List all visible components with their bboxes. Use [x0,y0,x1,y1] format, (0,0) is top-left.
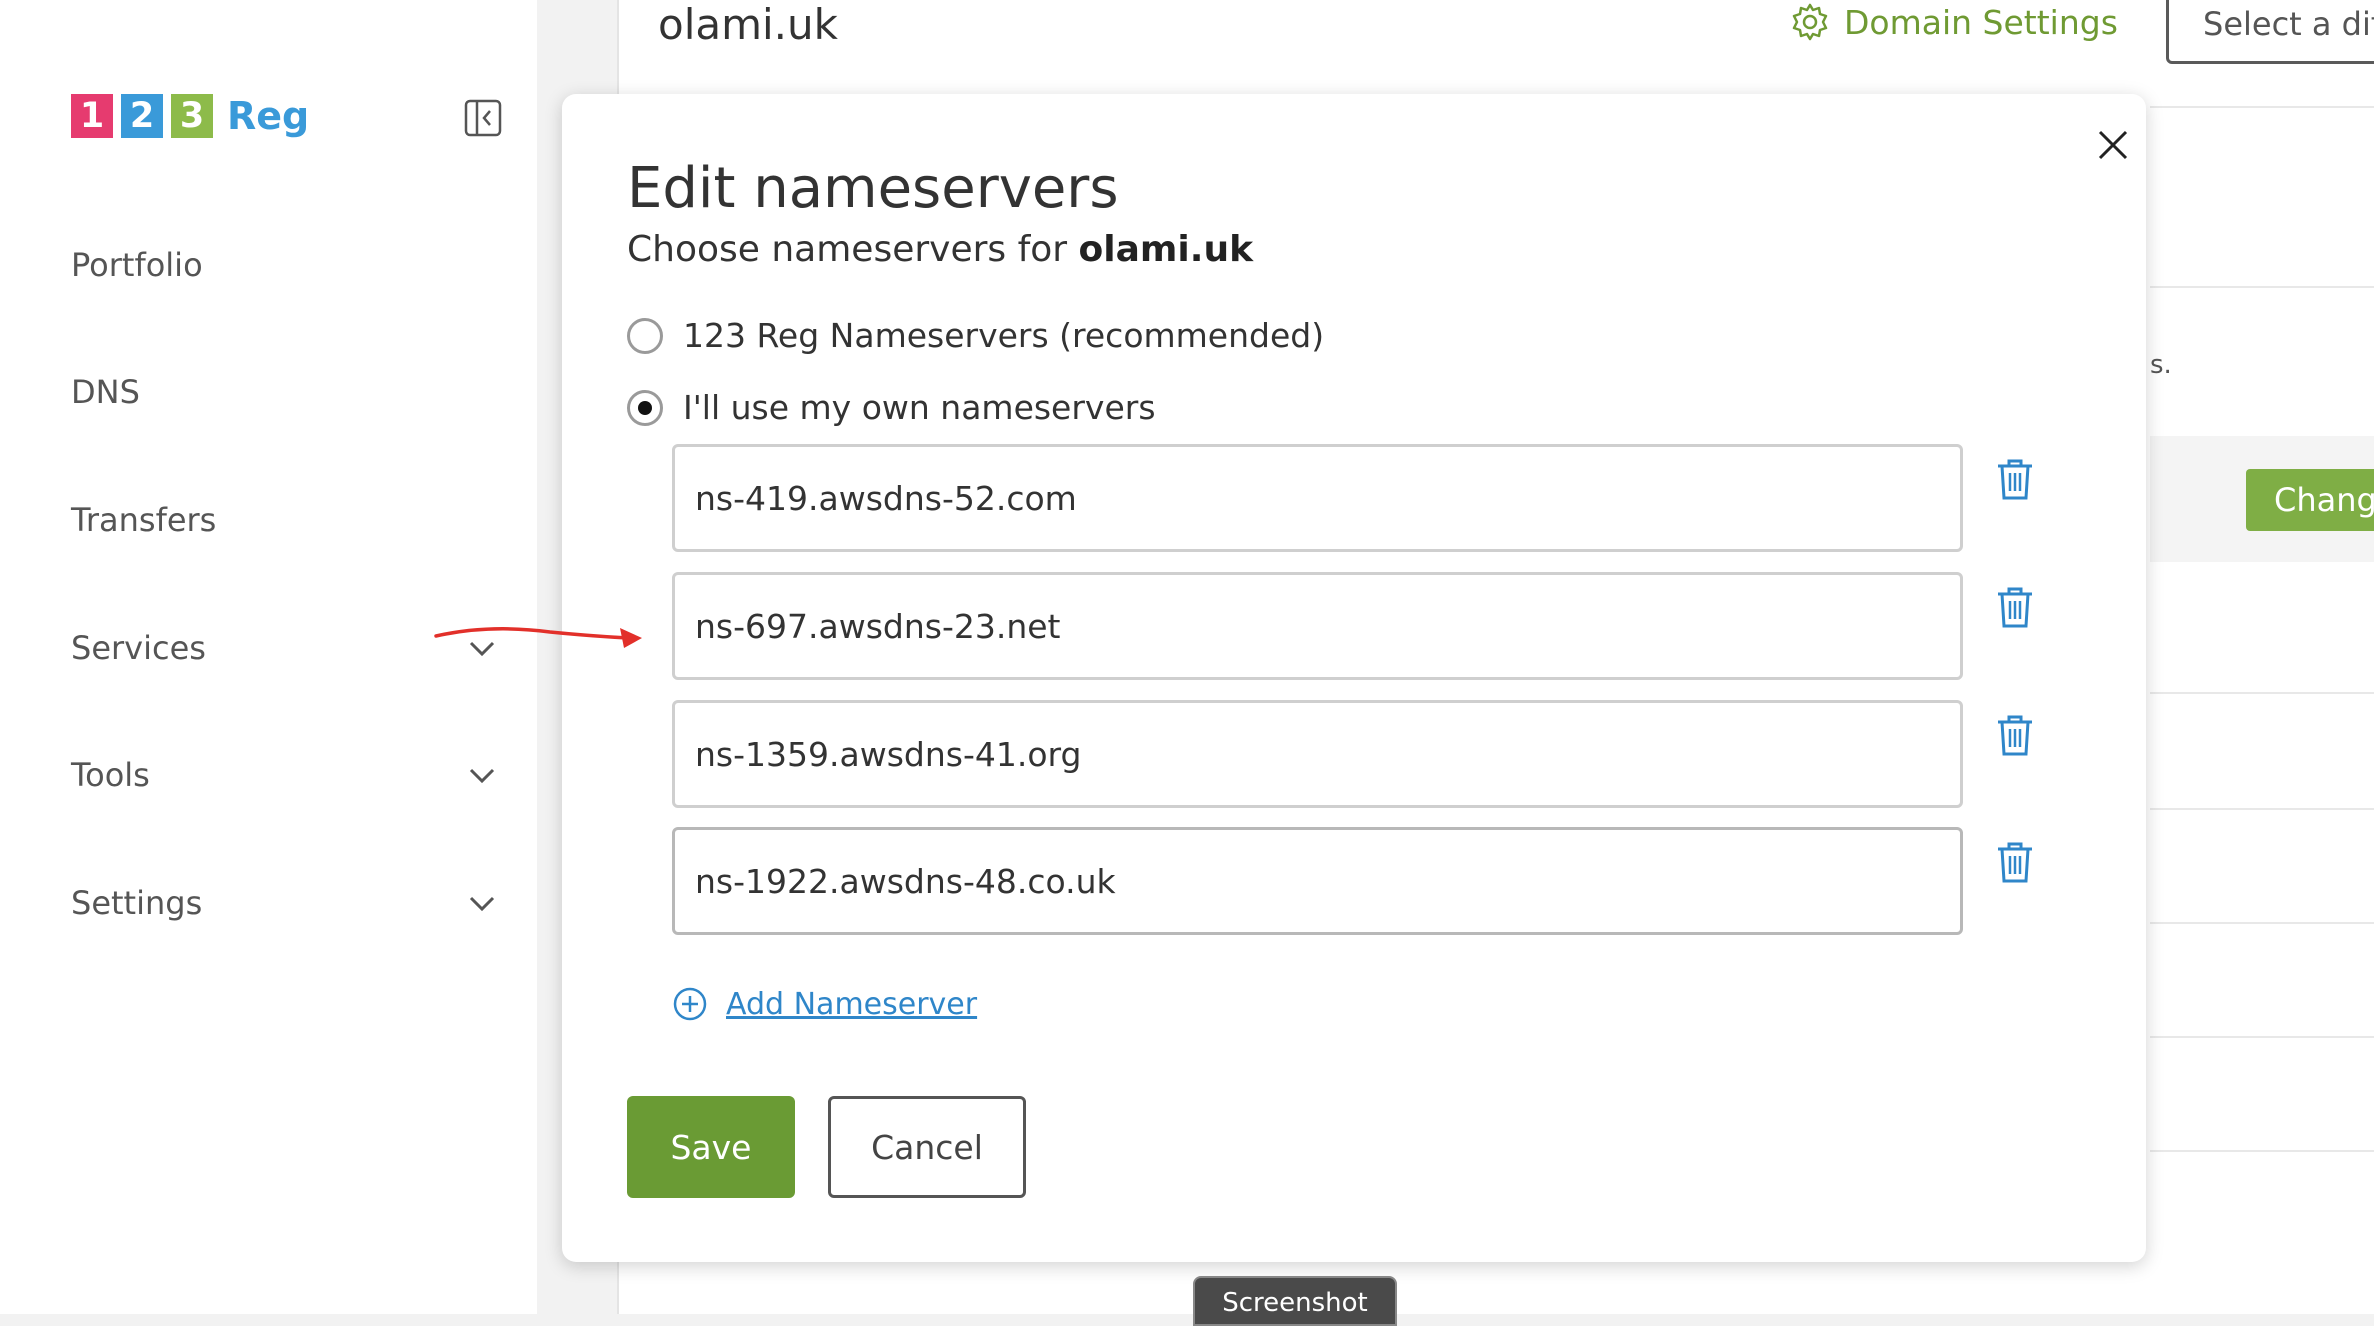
background-text: s. [2150,350,2172,380]
gear-icon [1792,3,1828,41]
sidebar-item-label: Tools [71,756,150,794]
divider [2150,286,2374,288]
edit-nameservers-modal: Edit nameservers Choose nameservers for … [562,94,2146,1262]
sidebar-item-label: Services [71,629,206,667]
sidebar-collapse-icon[interactable] [463,98,503,138]
chevron-down-icon [469,768,495,784]
sidebar-item-label: Transfers [71,501,217,539]
nameserver-input-4[interactable] [672,827,1963,935]
add-nameserver-link[interactable]: Add Nameserver [672,986,977,1022]
sidebar-item-dns[interactable]: DNS [71,362,511,422]
option-own-nameservers[interactable]: I'll use my own nameservers [627,388,1156,427]
cancel-button[interactable]: Cancel [828,1096,1026,1198]
sidebar-item-settings[interactable]: Settings [71,873,511,933]
trash-icon[interactable] [1992,712,2038,758]
screenshot-tab[interactable]: Screenshot [1193,1276,1397,1326]
option-label: I'll use my own nameservers [683,388,1156,427]
logo-tile-1: 1 [71,94,113,138]
domain-settings-label: Domain Settings [1844,2,2118,42]
chevron-down-icon [469,896,495,912]
modal-subtitle: Choose nameservers for olami.uk [627,229,1253,270]
radio-button[interactable] [627,317,663,354]
modal-subtitle-domain: olami.uk [1078,229,1254,270]
close-icon[interactable] [2082,114,2142,174]
add-nameserver-label: Add Nameserver [726,986,978,1022]
divider [2150,1150,2374,1152]
sidebar-item-label: Settings [71,884,203,922]
page-title: olami.uk [658,0,838,49]
option-123reg-nameservers[interactable]: 123 Reg Nameservers (recommended) [627,316,1324,355]
change-button[interactable]: Chang [2246,469,2374,531]
brand-logo[interactable]: 1 2 3 Reg [71,94,309,138]
divider [2150,106,2374,108]
trash-icon[interactable] [1992,584,2038,630]
nameserver-input-1[interactable] [672,444,1963,552]
modal-subtitle-prefix: Choose nameservers for [627,229,1079,270]
divider [2150,692,2374,694]
save-button[interactable]: Save [627,1096,795,1198]
trash-icon[interactable] [1992,839,2038,885]
sidebar-item-tools[interactable]: Tools [71,745,511,805]
sidebar-item-label: DNS [71,373,140,411]
sidebar-item-transfers[interactable]: Transfers [71,490,511,550]
logo-tile-3: 3 [171,94,213,138]
trash-icon[interactable] [1992,456,2038,502]
select-different-domain-button[interactable]: Select a diff [2166,0,2374,64]
divider [2150,1036,2374,1038]
sidebar-item-label: Portfolio [71,246,203,284]
logo-tile-2: 2 [121,94,163,138]
sidebar-item-portfolio[interactable]: Portfolio [71,235,511,295]
modal-title: Edit nameservers [627,156,1119,221]
radio-button-selected[interactable] [627,389,663,426]
divider [2150,922,2374,924]
plus-circle-icon [673,987,707,1021]
logo-word: Reg [227,94,310,138]
nameserver-input-2[interactable] [672,572,1963,680]
domain-settings-link[interactable]: Domain Settings [1790,2,2118,42]
option-label: 123 Reg Nameservers (recommended) [683,316,1325,355]
divider [2150,808,2374,810]
annotation-arrow-icon [434,627,642,648]
nameserver-input-3[interactable] [672,700,1963,808]
